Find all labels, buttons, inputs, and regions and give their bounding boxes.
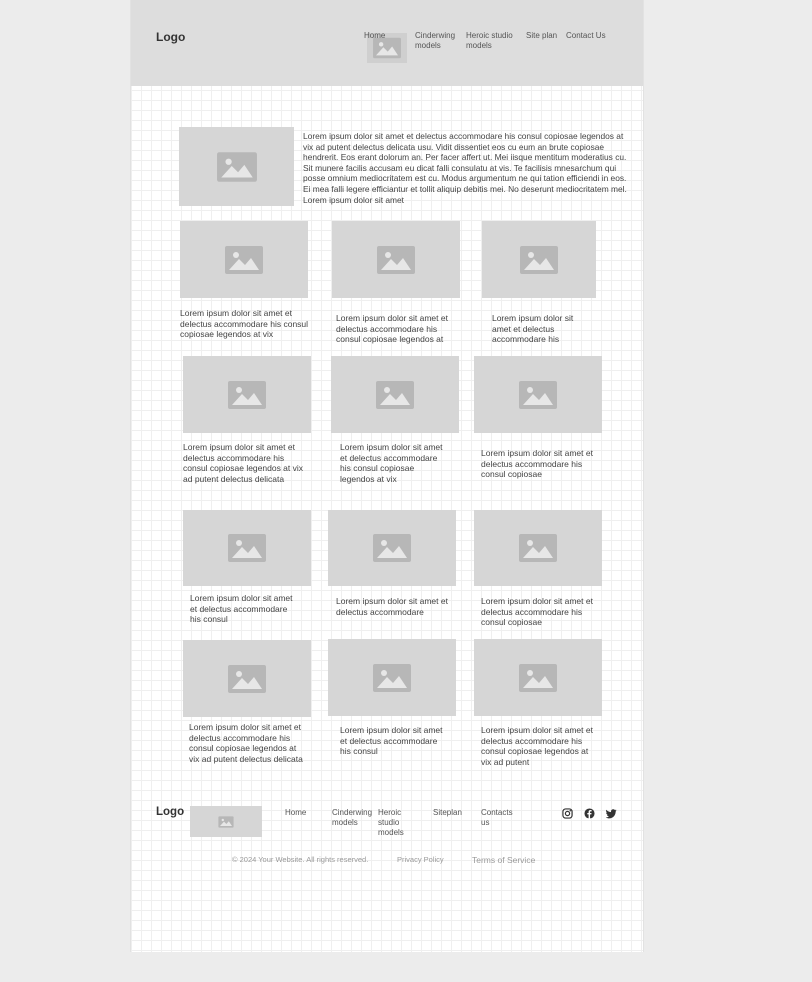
card-image-placeholder	[183, 510, 311, 586]
card-image-placeholder	[183, 640, 311, 717]
footer-nav-cinderwing-models[interactable]: Cinderwing models	[332, 808, 374, 828]
image-icon	[519, 534, 557, 562]
card-image-placeholder	[328, 510, 456, 586]
card-image-placeholder	[332, 221, 460, 298]
card-image-placeholder	[183, 356, 311, 433]
card-text: Lorem ipsum dolor sit amet et delectus a…	[340, 725, 443, 756]
twitter-icon[interactable]	[605, 806, 617, 819]
nav-cinderwing-models[interactable]: Cinderwing models	[415, 31, 459, 51]
image-icon	[228, 380, 266, 409]
image-icon	[520, 245, 558, 274]
card-image-placeholder	[180, 221, 308, 298]
card-image-placeholder	[474, 639, 602, 716]
card-image-placeholder	[474, 356, 602, 433]
card-text: Lorem ipsum dolor sit amet et delectus a…	[183, 442, 304, 484]
card-text: Lorem ipsum dolor sit amet et delectus a…	[492, 313, 574, 344]
site-header: Logo Home Cinderwing models Heroic studi…	[131, 0, 643, 86]
image-icon	[228, 534, 266, 562]
image-icon	[373, 663, 411, 692]
image-icon	[519, 663, 557, 692]
image-icon	[373, 534, 411, 562]
card-text: Lorem ipsum dolor sit amet et delectus a…	[481, 596, 593, 627]
footer-logo[interactable]: Logo	[156, 806, 184, 818]
card-text: Lorem ipsum dolor sit amet et delectus a…	[190, 593, 293, 624]
card-text: Lorem ipsum dolor sit amet et delectus a…	[340, 442, 443, 484]
card-image-placeholder	[474, 510, 602, 586]
image-icon	[218, 815, 234, 828]
instagram-icon[interactable]	[562, 806, 573, 819]
footer-nav-siteplan[interactable]: Siteplan	[433, 808, 462, 818]
card-text: Lorem ipsum dolor sit amet et delectus a…	[336, 313, 448, 344]
footer-copyright: © 2024 Your Website. All rights reserved…	[232, 855, 369, 864]
footer-image-placeholder	[190, 806, 262, 837]
facebook-icon[interactable]	[584, 806, 595, 819]
footer-terms-link[interactable]: Terms of Service	[472, 855, 535, 865]
footer-nav-contacts-us[interactable]: Contacts us	[481, 808, 517, 828]
image-icon	[376, 380, 414, 409]
footer-nav-home[interactable]: Home	[285, 808, 306, 818]
card-text: Lorem ipsum dolor sit amet et delectus a…	[336, 596, 448, 617]
image-icon	[377, 245, 415, 274]
image-icon	[228, 664, 266, 693]
page-canvas: Logo Home Cinderwing models Heroic studi…	[130, 0, 644, 952]
social-links	[562, 806, 617, 819]
card-text: Lorem ipsum dolor sit amet et delectus a…	[481, 448, 593, 479]
header-logo[interactable]: Logo	[156, 30, 185, 44]
intro-image-placeholder	[179, 127, 294, 206]
nav-heroic-studio-models[interactable]: Heroic studio models	[466, 31, 518, 51]
nav-contact-us[interactable]: Contact Us	[566, 31, 606, 41]
nav-home[interactable]: Home	[364, 31, 385, 41]
intro-text: Lorem ipsum dolor sit amet et delectus a…	[303, 131, 627, 205]
image-icon	[519, 380, 557, 409]
footer-privacy-link[interactable]: Privacy Policy	[397, 855, 444, 864]
card-text: Lorem ipsum dolor sit amet et delectus a…	[481, 725, 593, 767]
card-image-placeholder	[482, 221, 596, 298]
card-text: Lorem ipsum dolor sit amet et delectus a…	[189, 722, 303, 764]
footer-nav-heroic-studio-models[interactable]: Heroic studio models	[378, 808, 408, 838]
image-icon	[225, 245, 263, 274]
card-image-placeholder	[328, 639, 456, 716]
card-image-placeholder	[331, 356, 459, 433]
nav-site-plan[interactable]: Site plan	[526, 31, 557, 41]
image-icon	[216, 151, 257, 182]
card-text: Lorem ipsum dolor sit amet et delectus a…	[180, 308, 309, 339]
